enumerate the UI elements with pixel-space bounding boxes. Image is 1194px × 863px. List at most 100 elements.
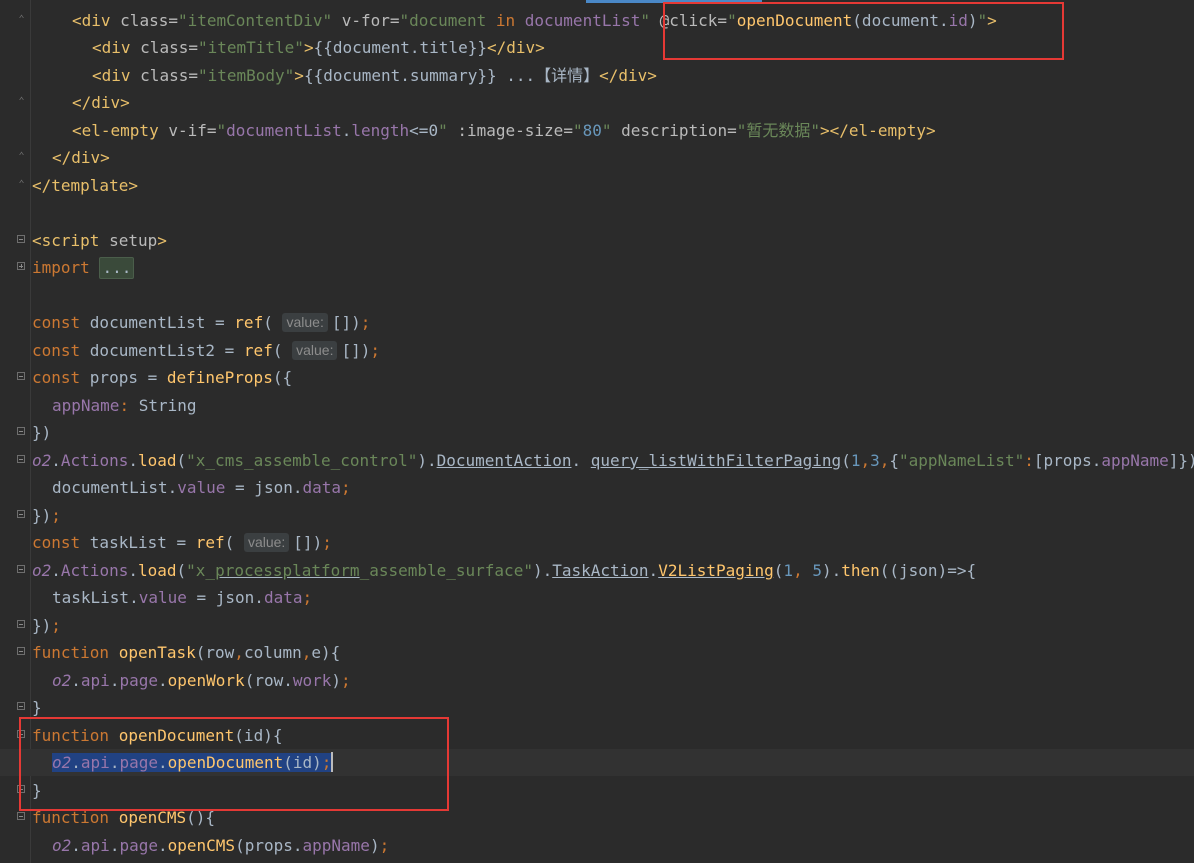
fold-collapse-icon[interactable] [17,455,25,463]
code-token: props = [89,368,167,387]
fold-collapse-icon[interactable] [17,372,25,380]
code-line[interactable]: import ... [0,254,1194,281]
code-text[interactable]: </div> [72,89,130,116]
code-line[interactable]: documentList.value = json.data; [0,474,1194,501]
code-line[interactable]: function openCMS(){ [0,804,1194,831]
code-line[interactable]: o2.api.page.openWork(row.work); [0,667,1194,694]
code-text[interactable]: documentList.value = json.data; [52,474,351,501]
fold-collapse-icon[interactable] [17,702,25,710]
code-line[interactable]: function openTask(row,column,e){ [0,639,1194,666]
code-token: ref [195,533,225,552]
fold-end-icon[interactable]: ⌃ [17,151,26,163]
code-token: "itemTitle" [197,38,304,57]
code-line[interactable]: o2.Actions.load("x_processplatform_assem… [0,557,1194,584]
fold-expand-icon[interactable] [17,262,25,270]
code-line[interactable]: ⌃ </div> [0,89,1194,116]
code-token: ; [322,533,332,552]
code-line[interactable]: const taskList = ref( value: []); [0,529,1194,556]
fold-end-icon[interactable]: ⌃ [17,179,26,191]
fold-collapse-icon[interactable] [17,620,25,628]
code-line[interactable] [0,282,1194,309]
code-line[interactable]: }); [0,502,1194,529]
code-token: ; [370,341,380,360]
code-text[interactable]: <div class="itemContentDiv" v-for="docum… [72,7,997,34]
code-line[interactable]: function openDocument(id){ [0,722,1194,749]
code-text[interactable]: <el-empty v-if="documentList.length<=0" … [72,117,936,144]
code-text[interactable]: const taskList = ref( value: []); [32,529,332,556]
code-text[interactable]: o2.api.page.openWork(row.work); [52,667,351,694]
code-line[interactable]: ⌃ </template> [0,172,1194,199]
code-line[interactable]: const documentList2 = ref( value: []); [0,337,1194,364]
code-line[interactable]: <el-empty v-if="documentList.length<=0" … [0,117,1194,144]
code-text[interactable]: o2.api.page.openCMS(props.appName); [52,832,389,859]
code-line[interactable]: appName: String [0,392,1194,419]
code-text[interactable]: o2.Actions.load("x_cms_assemble_control"… [32,447,1194,474]
code-line[interactable]: ⌃ </div> [0,144,1194,171]
code-line[interactable]: o2.api.page.openDocument(id); [0,749,1194,776]
code-token: o2 [52,671,72,690]
code-text[interactable]: o2.api.page.openDocument(id); [52,749,334,776]
fold-collapse-icon[interactable] [17,647,25,655]
fold-collapse-icon[interactable] [17,730,25,738]
code-token: @click= [650,11,728,30]
fold-end-icon[interactable]: ⌃ [17,14,26,26]
code-text[interactable]: appName: String [52,392,197,419]
code-text[interactable]: <div class="itemBody">{{document.summary… [92,62,657,89]
code-line[interactable]: o2.Actions.load("x_cms_assemble_control"… [0,447,1194,474]
code-text[interactable]: function openDocument(id){ [32,722,282,749]
fold-collapse-icon[interactable] [17,235,25,243]
code-token: ) [331,671,342,690]
code-line[interactable]: <script setup> [0,227,1194,254]
code-text[interactable]: function openTask(row,column,e){ [32,639,340,666]
code-text[interactable]: import ... [32,254,135,281]
code-token: : [119,396,139,415]
code-line[interactable]: } [0,777,1194,804]
code-line[interactable]: const props = defineProps({ [0,364,1194,391]
selected-code-token: o2 [52,753,72,772]
code-token: <=0 [409,121,439,140]
collapsed-imports[interactable]: ... [99,257,135,279]
code-token: Actions [60,561,129,580]
code-line[interactable]: o2.api.page.openCMS(props.appName); [0,832,1194,859]
code-text[interactable]: } [32,777,42,804]
code-text[interactable]: const documentList = ref( value: []); [32,309,370,336]
code-text[interactable]: </template> [32,172,138,199]
code-text[interactable]: const documentList2 = ref( value: []); [32,337,380,364]
code-line[interactable]: ⌃ <div class="itemContentDiv" v-for="docu… [0,7,1194,34]
code-token: ></el-empty> [820,121,936,140]
code-text[interactable]: } [32,694,42,721]
code-line[interactable]: } [0,694,1194,721]
code-text[interactable]: }); [32,612,61,639]
code-line[interactable]: }) [0,419,1194,446]
code-text[interactable]: }) [32,419,51,446]
code-line[interactable]: const documentList = ref( value: []); [0,309,1194,336]
fold-collapse-icon[interactable] [17,510,25,518]
code-editor[interactable]: ⌃ <div class="itemContentDiv" v-for="docu… [0,0,1194,863]
fold-collapse-icon[interactable] [17,785,25,793]
fold-collapse-icon[interactable] [17,427,25,435]
code-text[interactable]: taskList.value = json.data; [52,584,312,611]
code-text[interactable]: const props = defineProps({ [32,364,292,391]
code-text[interactable]: o2.Actions.load("x_processplatform_assem… [32,557,976,584]
code-text[interactable]: function openCMS(){ [32,804,215,831]
code-line[interactable]: taskList.value = json.data; [0,584,1194,611]
code-token: {{document.title}} [313,38,487,57]
code-token: ((json)=>{ [879,561,977,580]
fold-collapse-icon[interactable] [17,812,25,820]
code-text[interactable]: <script setup> [32,227,167,254]
code-token: , [793,561,813,580]
code-token: const [32,368,90,387]
code-token: processplatform [215,561,360,580]
code-token: , [234,643,244,662]
fold-collapse-icon[interactable] [17,565,25,573]
code-text[interactable]: </div> [52,144,110,171]
code-text[interactable]: }); [32,502,61,529]
fold-end-icon[interactable]: ⌃ [17,96,26,108]
code-line[interactable]: <div class="itemTitle">{{document.title}… [0,34,1194,61]
code-text[interactable]: <div class="itemTitle">{{document.title}… [92,34,545,61]
code-token: id [948,11,968,30]
code-line[interactable] [0,199,1194,226]
code-line[interactable]: }); [0,612,1194,639]
code-line[interactable]: <div class="itemBody">{{document.summary… [0,62,1194,89]
code-token: . [109,836,120,855]
